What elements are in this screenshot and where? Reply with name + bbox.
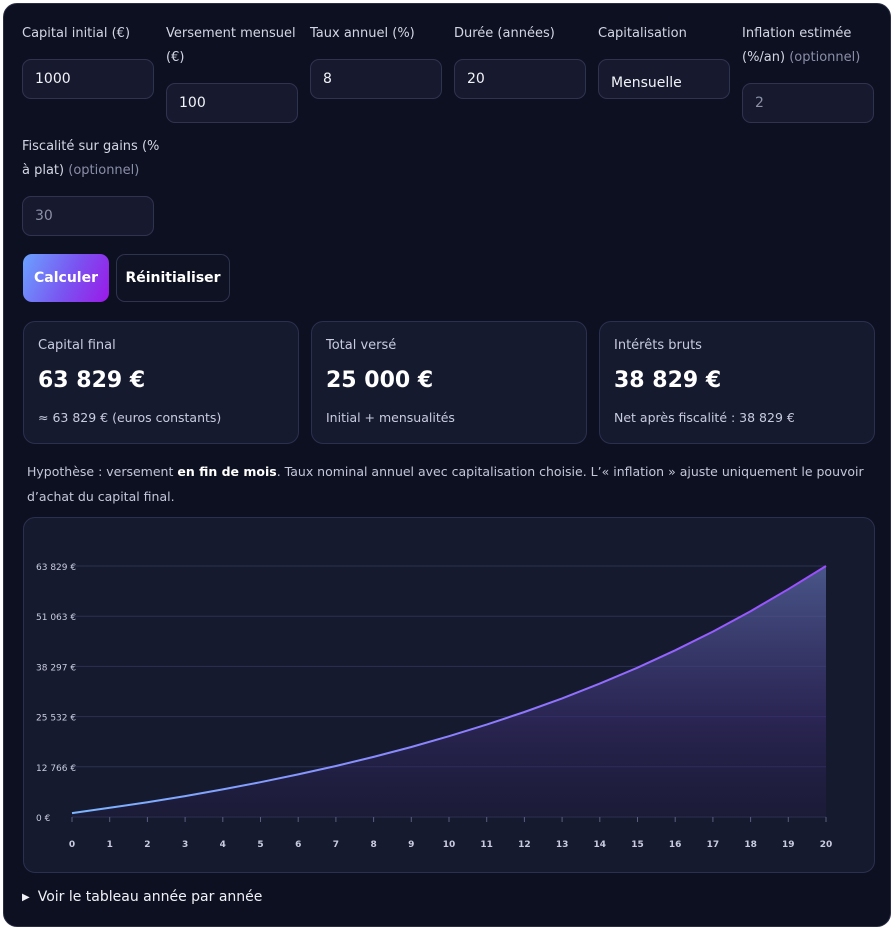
- details-toggle[interactable]: ▶ Voir le tableau année par année: [22, 889, 262, 905]
- calculer-button[interactable]: Calculer: [23, 254, 109, 302]
- card-title: Intérêts bruts: [614, 338, 702, 353]
- versement-mensuel-label: Versement mensuel: [166, 26, 296, 41]
- card-value: 25 000 €: [326, 368, 434, 393]
- card-title: Capital final: [38, 338, 116, 353]
- inflation-label: Inflation estimée: [742, 26, 852, 41]
- x-tick-label: 7: [333, 840, 339, 850]
- capital-initial-label: Capital initial (€): [22, 26, 131, 41]
- card-subtitle: ≈ 63 829 € (euros constants): [38, 410, 222, 425]
- x-tick-label: 1: [107, 840, 113, 850]
- note-bold: en fin de mois: [177, 464, 277, 479]
- fiscalite-label: Fiscalité sur gains (%: [22, 139, 160, 154]
- fiscalite-label-line2: à plat) (optionnel): [22, 159, 162, 183]
- x-tick-label: 17: [707, 840, 720, 850]
- fiscalite-field: Fiscalité sur gains (% à plat) (optionne…: [22, 135, 162, 183]
- y-tick-label: 51 063 €: [36, 613, 76, 623]
- inflation-input[interactable]: 2: [742, 83, 874, 123]
- x-tick-label: 11: [480, 840, 493, 850]
- inflation-field: Inflation estimée (%/an) (optionnel): [742, 22, 882, 70]
- versement-mensuel-field: Versement mensuel (€): [166, 22, 306, 70]
- capitalisation-label: Capitalisation: [598, 26, 687, 41]
- x-tick-label: 18: [744, 840, 757, 850]
- card-value: 38 829 €: [614, 368, 722, 393]
- x-tick-label: 5: [257, 840, 263, 850]
- y-tick-label: 38 297 €: [36, 663, 76, 673]
- inflation-label-unit: (%/an): [742, 50, 786, 65]
- x-tick-label: 3: [182, 840, 188, 850]
- duree-field: Durée (années): [454, 22, 555, 46]
- versement-mensuel-input[interactable]: 100: [166, 83, 298, 123]
- x-tick-label: 15: [631, 840, 644, 850]
- hypothesis-note: Hypothèse : versement en fin de mois. Ta…: [27, 459, 877, 509]
- taux-annuel-input[interactable]: 8: [310, 59, 442, 99]
- fiscalite-input[interactable]: 30: [22, 196, 154, 236]
- x-tick-label: 8: [370, 840, 376, 850]
- note-text: Hypothèse : versement: [27, 464, 178, 479]
- card-subtitle: Initial + mensualités: [326, 410, 455, 425]
- reinitialiser-button[interactable]: Réinitialiser: [116, 254, 230, 302]
- growth-chart: 0 €12 766 €25 532 €38 297 €51 063 €63 82…: [36, 563, 833, 850]
- x-tick-label: 10: [443, 840, 456, 850]
- card-title: Total versé: [326, 338, 397, 353]
- x-tick-label: 6: [295, 840, 301, 850]
- capitalisation-select[interactable]: Mensuelle: [598, 59, 730, 99]
- fiscalite-label-cont: à plat): [22, 163, 65, 178]
- total-verse-card: Total versé 25 000 € Initial + mensualit…: [311, 321, 587, 444]
- fiscalite-optional-label: (optionnel): [68, 163, 140, 178]
- x-tick-label: 2: [144, 840, 150, 850]
- capital-initial-field: Capital initial (€): [22, 22, 130, 46]
- x-tick-label: 16: [669, 840, 682, 850]
- x-tick-label: 19: [782, 840, 795, 850]
- y-tick-label: 0 €: [36, 814, 51, 824]
- details-summary-label: Voir le tableau année par année: [37, 889, 263, 905]
- x-tick-label: 14: [594, 840, 607, 850]
- card-value: 63 829 €: [38, 368, 146, 393]
- x-tick-label: 0: [69, 840, 75, 850]
- series-area: [72, 566, 826, 817]
- capital-final-card: Capital final 63 829 € ≈ 63 829 € (euros…: [23, 321, 299, 444]
- taux-annuel-field: Taux annuel (%): [310, 22, 415, 46]
- x-tick-label: 13: [556, 840, 569, 850]
- chart-container: 0 €12 766 €25 532 €38 297 €51 063 €63 82…: [23, 517, 875, 873]
- x-tick-label: 9: [408, 840, 414, 850]
- y-tick-label: 63 829 €: [36, 563, 76, 573]
- interets-bruts-card: Intérêts bruts 38 829 € Net après fiscal…: [599, 321, 875, 444]
- y-tick-label: 12 766 €: [36, 764, 76, 774]
- inflation-label-line2: (%/an) (optionnel): [742, 46, 882, 70]
- x-tick-label: 20: [820, 840, 833, 850]
- triangle-right-icon: ▶: [22, 892, 30, 903]
- x-tick-label: 4: [220, 840, 226, 850]
- capitalisation-field: Capitalisation: [598, 22, 687, 46]
- versement-mensuel-label-unit: (€): [166, 50, 185, 65]
- y-tick-label: 25 532 €: [36, 714, 76, 724]
- capital-initial-input[interactable]: 1000: [22, 59, 154, 99]
- inflation-optional-label: (optionnel): [789, 50, 861, 65]
- duree-label: Durée (années): [454, 26, 555, 41]
- x-tick-label: 12: [518, 840, 531, 850]
- taux-annuel-label: Taux annuel (%): [310, 26, 415, 41]
- calculator-panel: Capital initial (€) 1000 Versement mensu…: [3, 3, 891, 927]
- card-subtitle: Net après fiscalité : 38 829 €: [614, 410, 795, 425]
- duree-input[interactable]: 20: [454, 59, 586, 99]
